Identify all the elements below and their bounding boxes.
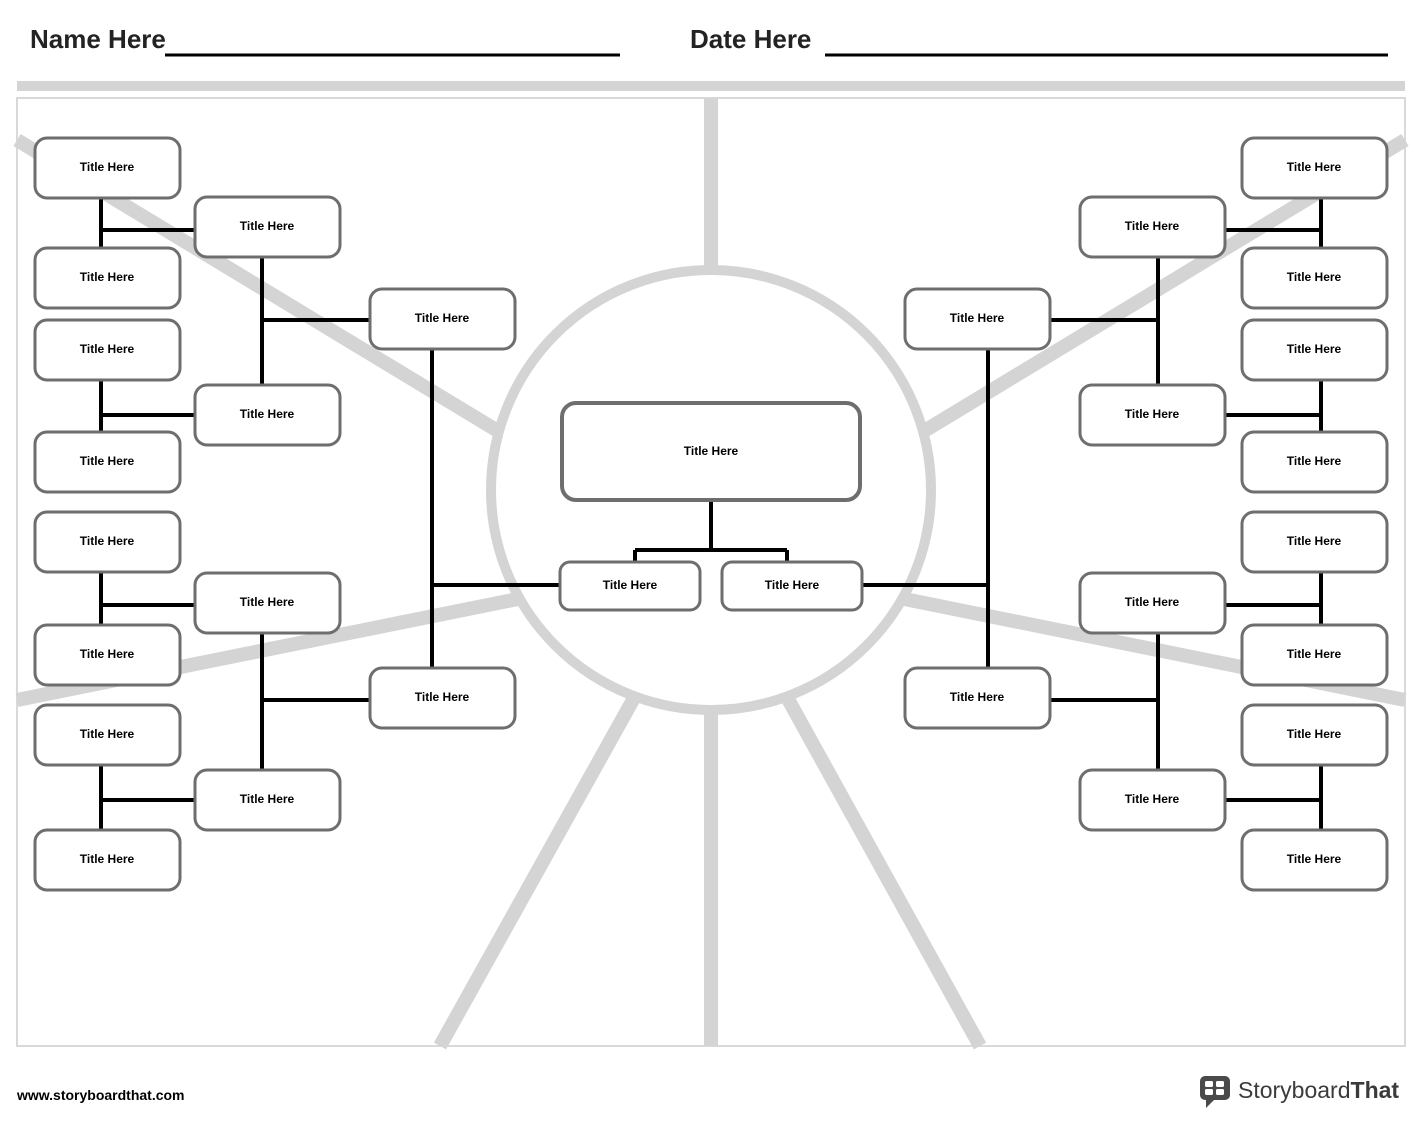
left-inner-d[interactable]: Title Here (195, 770, 340, 830)
right-outer-e[interactable]: Title Here (1242, 512, 1387, 572)
semi-right-upper-label: Title Here (950, 311, 1005, 325)
center-child-left-label: Title Here (603, 578, 658, 592)
left-inner-b[interactable]: Title Here (195, 385, 340, 445)
left-outer-a[interactable]: Title Here (35, 138, 180, 198)
left-outer-e[interactable]: Title Here (35, 512, 180, 572)
left-inner-b-label: Title Here (240, 407, 295, 421)
right-inner-b-label: Title Here (1125, 407, 1180, 421)
left-outer-b[interactable]: Title Here (35, 248, 180, 308)
footer-url: www.storyboardthat.com (16, 1087, 185, 1103)
left-outer-d[interactable]: Title Here (35, 432, 180, 492)
left-outer-h[interactable]: Title Here (35, 830, 180, 890)
semi-left-lower[interactable]: Title Here (370, 668, 515, 728)
brand-text-b: That (1351, 1077, 1400, 1103)
left-inner-c[interactable]: Title Here (195, 573, 340, 633)
left-outer-h-label: Title Here (80, 852, 135, 866)
right-inner-a[interactable]: Title Here (1080, 197, 1225, 257)
semi-right-lower-label: Title Here (950, 690, 1005, 704)
right-outer-g-label: Title Here (1287, 727, 1342, 741)
semi-right-lower[interactable]: Title Here (905, 668, 1050, 728)
speech-bubble-icon (1200, 1076, 1230, 1108)
right-inner-a-label: Title Here (1125, 219, 1180, 233)
center-main-label: Title Here (684, 444, 739, 458)
right-outer-f[interactable]: Title Here (1242, 625, 1387, 685)
right-inner-d-label: Title Here (1125, 792, 1180, 806)
header-area: Name Here Date Here (30, 24, 1388, 55)
left-outer-g[interactable]: Title Here (35, 705, 180, 765)
left-outer-d-label: Title Here (80, 454, 135, 468)
semi-left-upper-label: Title Here (415, 311, 470, 325)
date-label: Date Here (690, 24, 811, 54)
left-inner-d-label: Title Here (240, 792, 295, 806)
semi-right-upper[interactable]: Title Here (905, 289, 1050, 349)
name-label: Name Here (30, 24, 166, 54)
right-inner-c[interactable]: Title Here (1080, 573, 1225, 633)
right-outer-c[interactable]: Title Here (1242, 320, 1387, 380)
brand-text-a: Storyboard (1238, 1077, 1351, 1103)
right-outer-d-label: Title Here (1287, 454, 1342, 468)
right-outer-h-label: Title Here (1287, 852, 1342, 866)
center-child-right-label: Title Here (765, 578, 820, 592)
left-inner-c-label: Title Here (240, 595, 295, 609)
left-outer-f-label: Title Here (80, 647, 135, 661)
brand-logo: StoryboardThat (1200, 1076, 1399, 1108)
header-divider (17, 81, 1405, 91)
left-inner-a-label: Title Here (240, 219, 295, 233)
right-outer-f-label: Title Here (1287, 647, 1342, 661)
left-outer-c[interactable]: Title Here (35, 320, 180, 380)
right-outer-g[interactable]: Title Here (1242, 705, 1387, 765)
semi-left-upper[interactable]: Title Here (370, 289, 515, 349)
right-outer-b[interactable]: Title Here (1242, 248, 1387, 308)
right-outer-c-label: Title Here (1287, 342, 1342, 356)
left-outer-b-label: Title Here (80, 270, 135, 284)
left-outer-f[interactable]: Title Here (35, 625, 180, 685)
right-inner-d[interactable]: Title Here (1080, 770, 1225, 830)
left-outer-c-label: Title Here (80, 342, 135, 356)
right-outer-b-label: Title Here (1287, 270, 1342, 284)
left-inner-a[interactable]: Title Here (195, 197, 340, 257)
center-child-left[interactable]: Title Here (560, 562, 700, 610)
left-outer-e-label: Title Here (80, 534, 135, 548)
right-inner-c-label: Title Here (1125, 595, 1180, 609)
center-main-box[interactable]: Title Here (562, 403, 860, 500)
left-outer-a-label: Title Here (80, 160, 135, 174)
right-outer-a[interactable]: Title Here (1242, 138, 1387, 198)
worksheet-page: Name Here Date Here (0, 0, 1425, 1132)
right-outer-a-label: Title Here (1287, 160, 1342, 174)
right-outer-h[interactable]: Title Here (1242, 830, 1387, 890)
right-inner-b[interactable]: Title Here (1080, 385, 1225, 445)
semi-left-lower-label: Title Here (415, 690, 470, 704)
center-child-right[interactable]: Title Here (722, 562, 862, 610)
right-outer-d[interactable]: Title Here (1242, 432, 1387, 492)
svg-text:StoryboardThat: StoryboardThat (1238, 1077, 1399, 1103)
right-outer-e-label: Title Here (1287, 534, 1342, 548)
left-outer-g-label: Title Here (80, 727, 135, 741)
